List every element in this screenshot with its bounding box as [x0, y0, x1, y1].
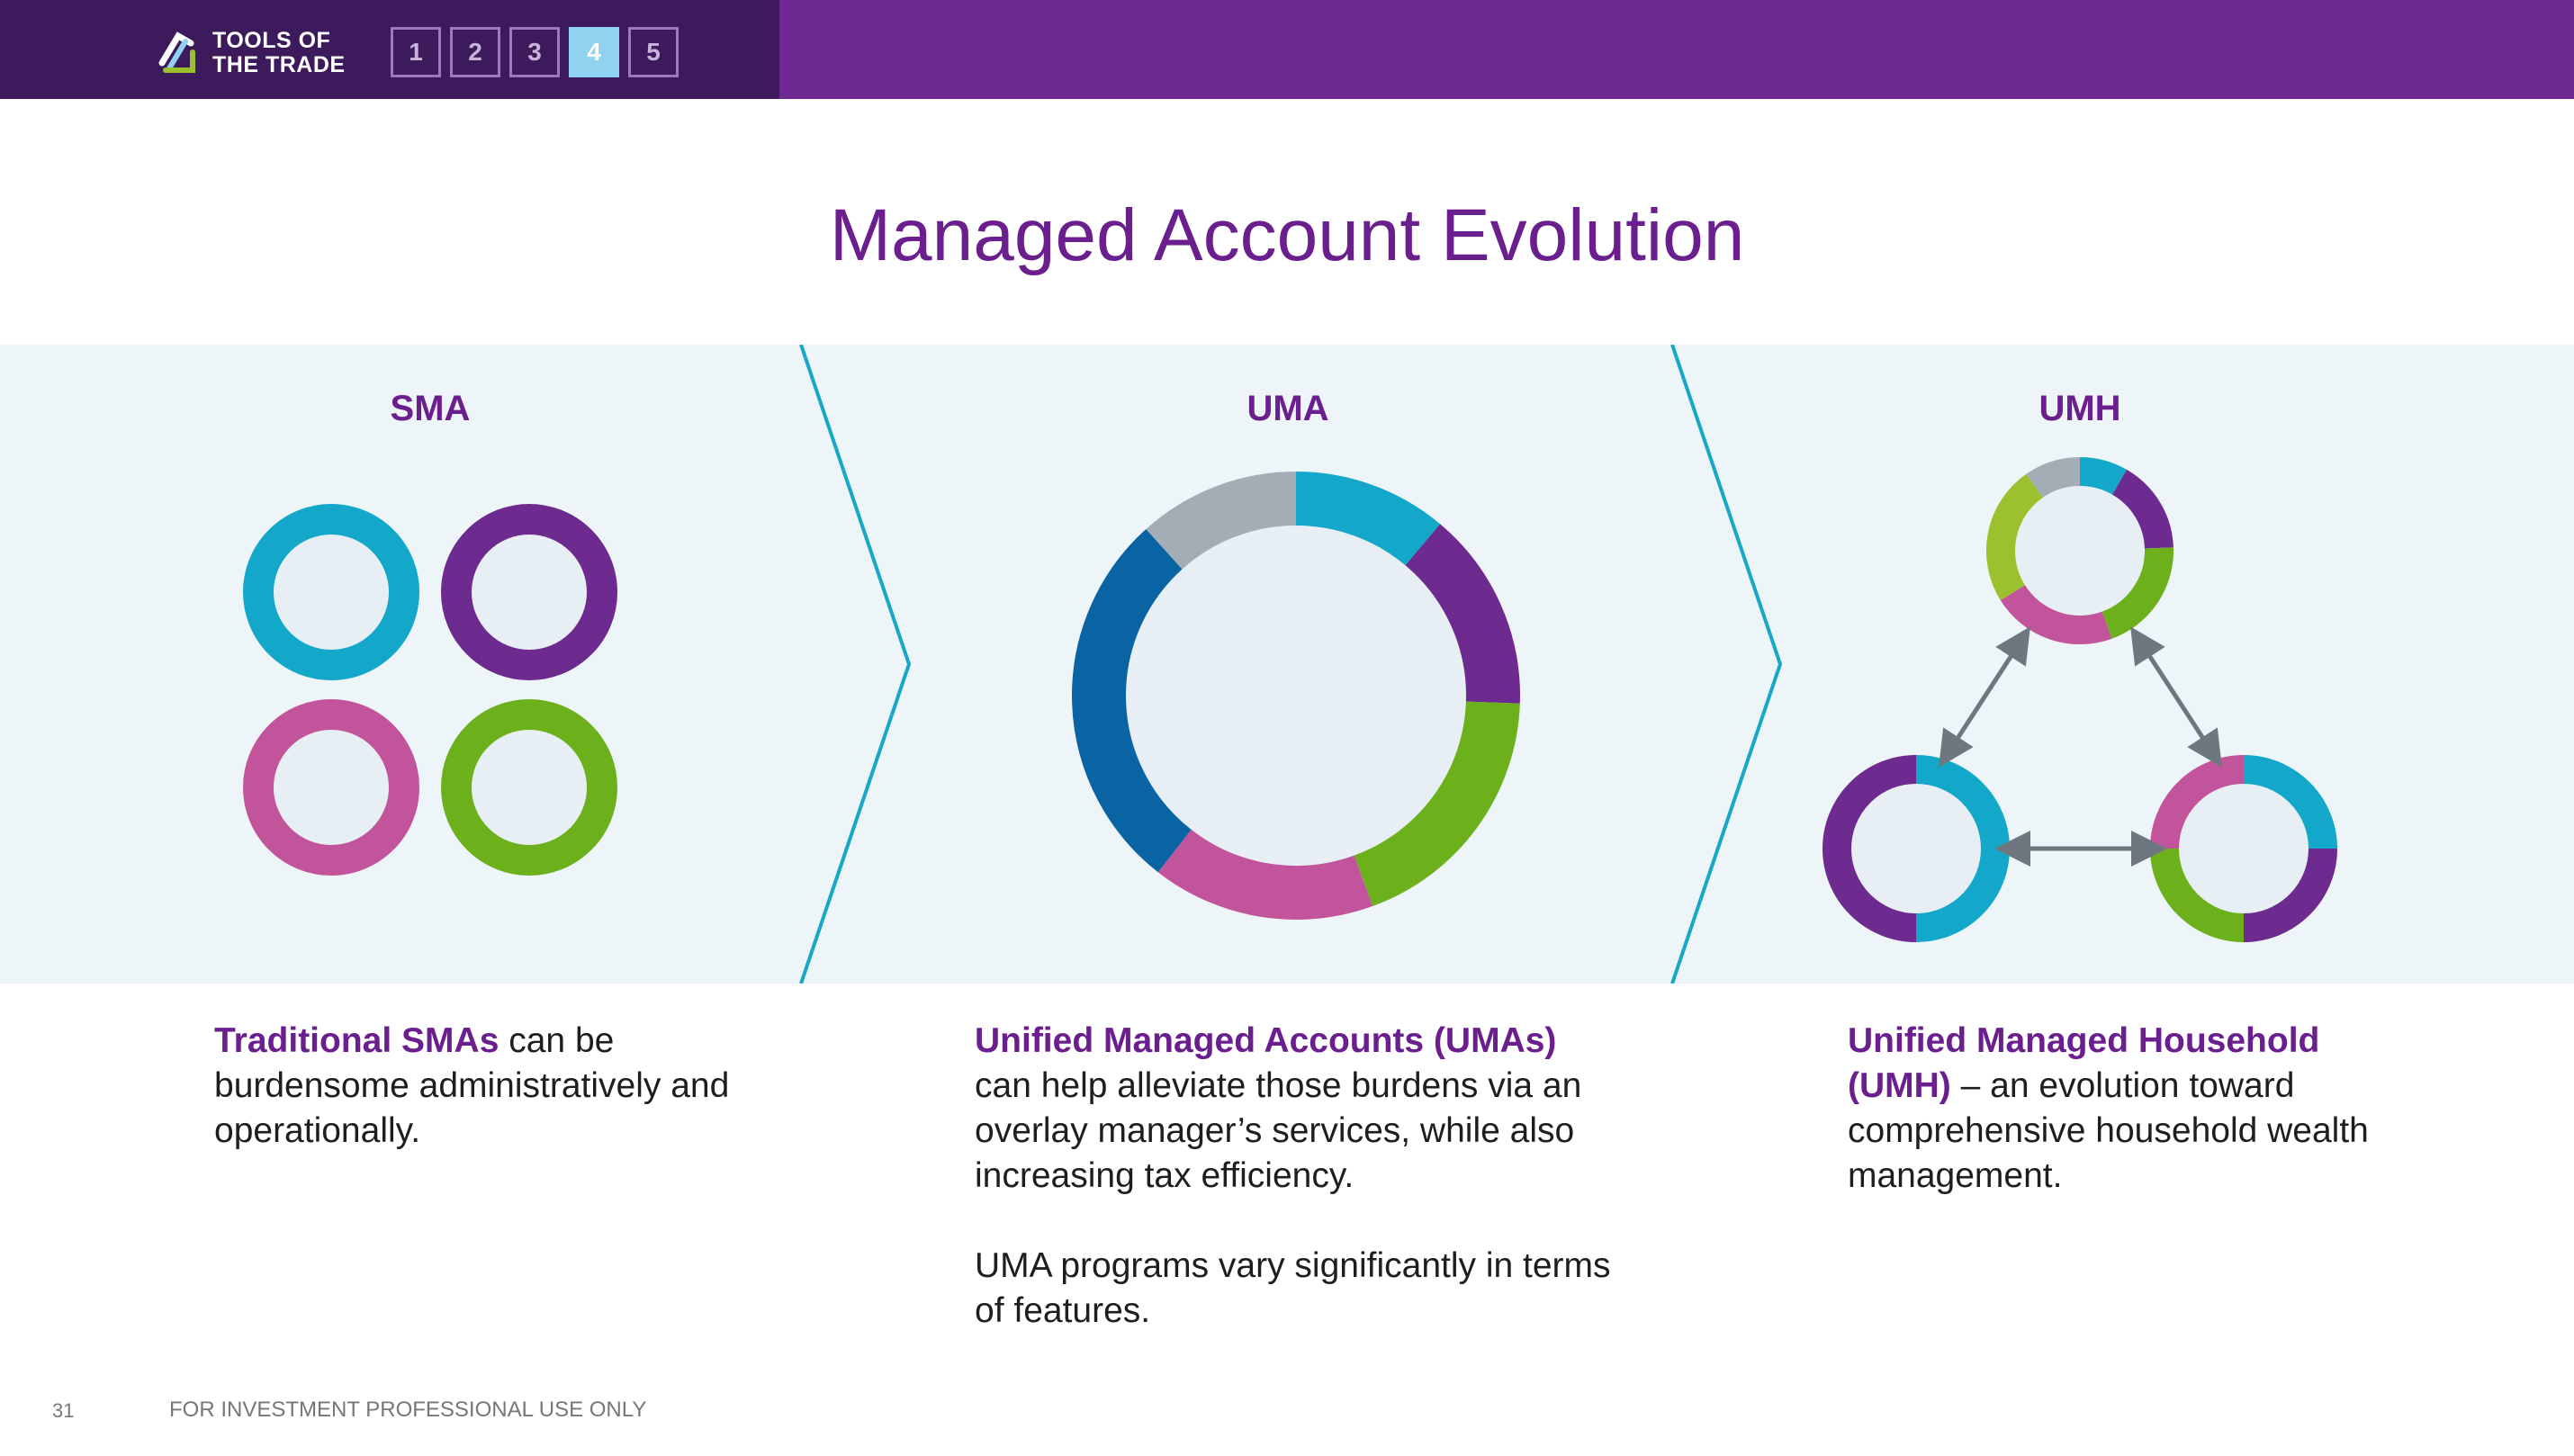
- umh-arrow-top-left: [1939, 626, 2030, 768]
- uma-text: can help alleviate those burdens via an …: [975, 1066, 1582, 1195]
- nav-button-5[interactable]: 5: [628, 27, 679, 77]
- section-label-umh: UMH: [2038, 389, 2121, 428]
- chevron-divider-1: [799, 345, 912, 984]
- uma-description: Unified Managed Accounts (UMAs) can help…: [975, 1019, 1623, 1379]
- logo-text: TOOLS OF THE TRADE: [212, 29, 346, 77]
- umh-donut-left: [1822, 755, 2010, 942]
- umh-paragraph: Unified Managed Household (UMH) – an evo…: [1848, 1019, 2388, 1199]
- sma-description: Traditional SMAs can be burdensome admin…: [214, 1019, 754, 1199]
- section-label-sma: SMA: [390, 389, 471, 428]
- sma-ring-pink: [243, 699, 419, 876]
- tools-logo-icon: [158, 31, 195, 73]
- sma-paragraph: Traditional SMAs can be burdensome admin…: [214, 1019, 754, 1154]
- sma-ring-green: [441, 699, 617, 876]
- umh-description: Unified Managed Household (UMH) – an evo…: [1848, 1019, 2388, 1244]
- header-brand-area: TOOLS OF THE TRADE 1 2 3 4 5: [0, 0, 779, 99]
- page-number: 31: [52, 1399, 75, 1422]
- logo-line-1: TOOLS OF: [212, 28, 331, 53]
- header-bar: TOOLS OF THE TRADE 1 2 3 4 5: [0, 0, 2574, 99]
- umh-donut-top: [1986, 457, 2174, 644]
- umh-top-segment-teal: [2079, 457, 2127, 495]
- umh-donut-right: [2150, 755, 2337, 942]
- chevron-divider-2: [1670, 345, 1783, 984]
- diagram-graphics: [243, 345, 2337, 984]
- sma-highlight: Traditional SMAs: [214, 1021, 500, 1060]
- nav-button-2[interactable]: 2: [450, 27, 500, 77]
- logo-line-2: THE TRADE: [212, 52, 346, 77]
- section-label-uma: UMA: [1246, 389, 1329, 428]
- uma-highlight: Unified Managed Accounts (UMAs): [975, 1021, 1557, 1060]
- footer-disclaimer: FOR INVESTMENT PROFESSIONAL USE ONLY: [169, 1398, 647, 1422]
- nav-button-4[interactable]: 4: [569, 27, 619, 77]
- uma-extra-paragraph: UMA programs vary significantly in terms…: [975, 1246, 1611, 1330]
- umh-arrow-top-right: [2130, 626, 2222, 768]
- uma-donut-center: [1126, 526, 1466, 866]
- sma-ring-teal: [243, 504, 419, 680]
- nav-button-1[interactable]: 1: [391, 27, 441, 77]
- sma-ring-purple: [441, 504, 617, 680]
- section-nav: 1 2 3 4 5: [391, 27, 679, 77]
- page-title: Managed Account Evolution: [829, 194, 1745, 276]
- umh-top-segment-gray: [2026, 457, 2081, 499]
- umh-top-center: [2015, 486, 2145, 616]
- umh-right-center: [2179, 784, 2308, 913]
- sma-rings: [243, 504, 617, 876]
- umh-left-center: [1851, 784, 1981, 913]
- uma-paragraph: Unified Managed Accounts (UMAs) can help…: [975, 1019, 1623, 1199]
- nav-button-3[interactable]: 3: [509, 27, 560, 77]
- uma-donut: [1072, 472, 1520, 920]
